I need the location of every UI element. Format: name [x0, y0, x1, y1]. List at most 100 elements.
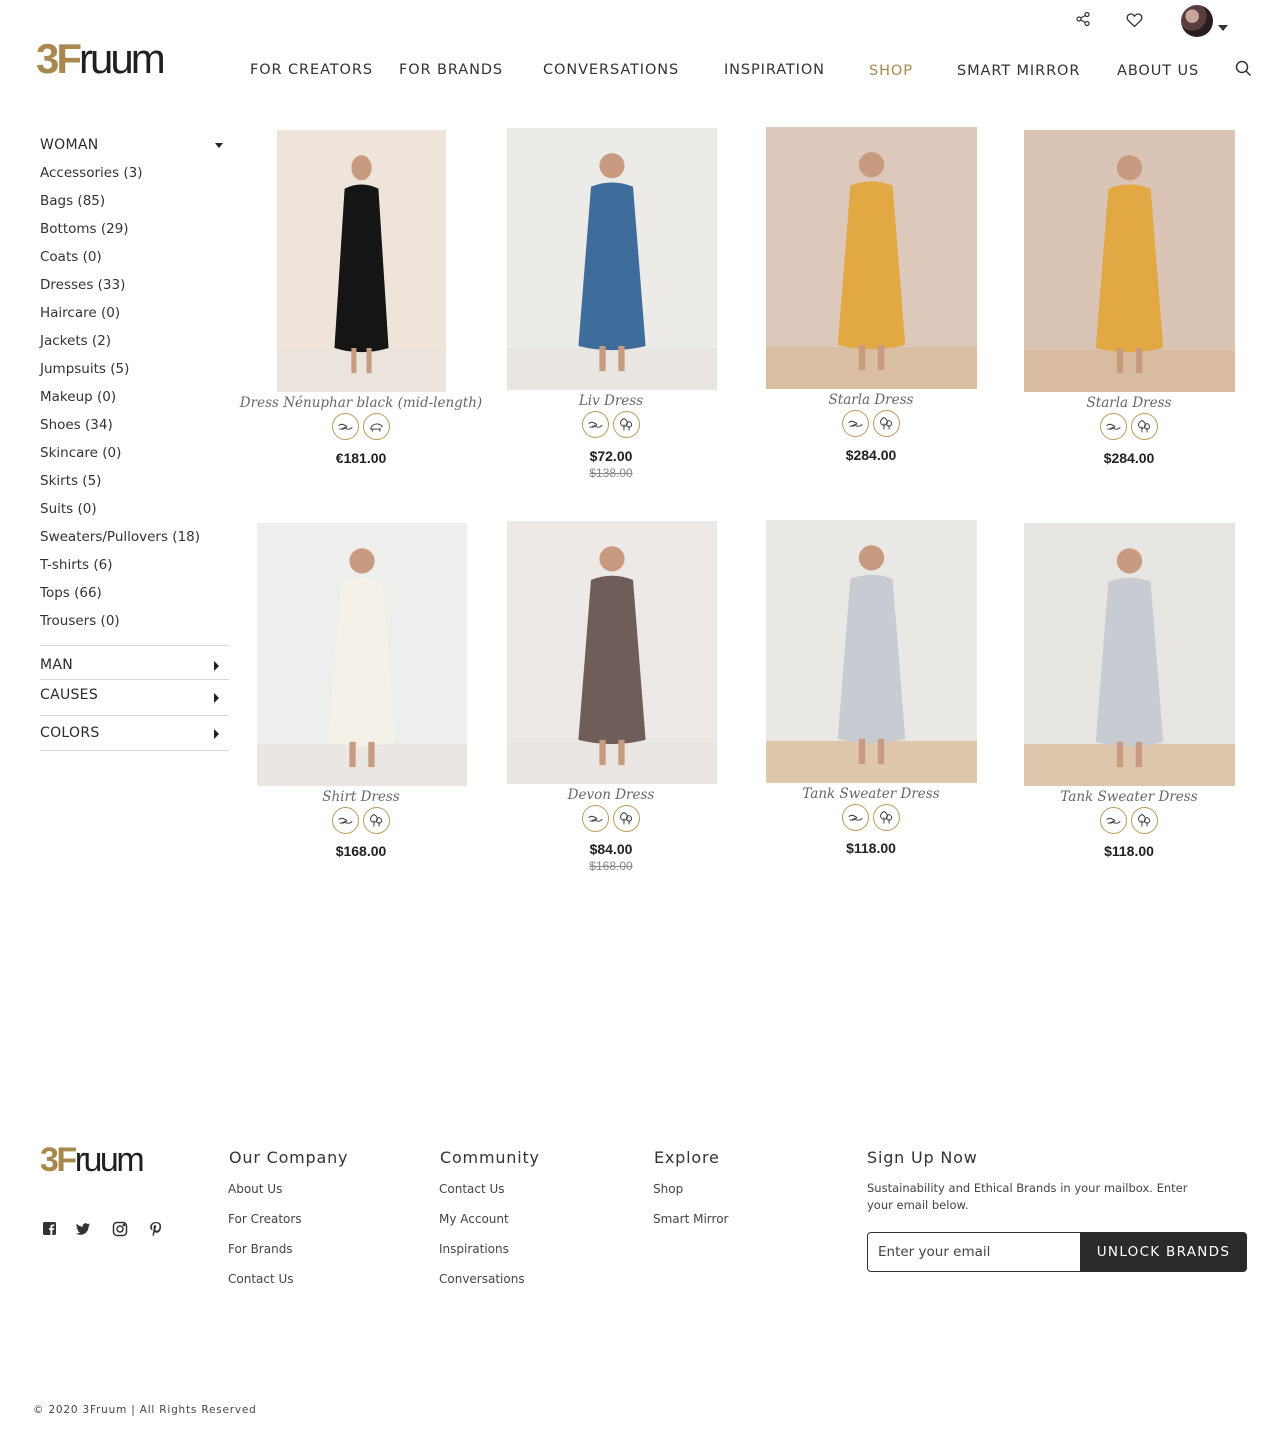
footer-link[interactable]: Contact Us — [228, 1272, 294, 1286]
footer-link[interactable]: For Creators — [228, 1212, 302, 1226]
product-price: $118.00 — [1104, 843, 1154, 859]
product-badges — [582, 411, 640, 438]
fair-trade-icon — [1100, 413, 1127, 440]
subcategory-item[interactable]: Trousers (0) — [40, 613, 120, 629]
subcategory-item[interactable]: Makeup (0) — [40, 389, 116, 405]
unlock-brands-button[interactable]: UNLOCK BRANDS — [1080, 1232, 1247, 1272]
product-name[interactable]: Dress Nénuphar black (mid-length) — [231, 395, 491, 411]
product-badges — [1100, 413, 1158, 440]
footer-link[interactable]: Shop — [653, 1182, 683, 1196]
product-badges — [842, 804, 900, 831]
search-icon[interactable] — [1235, 60, 1252, 77]
logo-prefix: 3F — [40, 1141, 77, 1179]
product-name[interactable]: Devon Dress — [481, 787, 741, 803]
product-badges — [582, 805, 640, 832]
signup-description: Sustainability and Ethical Brands in you… — [867, 1181, 1188, 1212]
category-woman-label: WOMAN — [40, 137, 99, 153]
facebook-icon[interactable] — [42, 1221, 58, 1237]
subcategory-item[interactable]: Accessories (3) — [40, 165, 143, 181]
footer-link[interactable]: Smart Mirror — [653, 1212, 728, 1226]
chevron-right-icon[interactable] — [214, 661, 219, 671]
nav-for-creators[interactable]: FOR CREATORS — [250, 62, 373, 78]
footer-logo[interactable]: 3Fruum — [40, 1141, 145, 1179]
category-causes[interactable]: CAUSES — [40, 679, 229, 715]
subcategory-item[interactable]: Coats (0) — [40, 249, 102, 265]
product-image[interactable] — [766, 520, 977, 783]
nav-conversations[interactable]: CONVERSATIONS — [543, 62, 679, 78]
category-colors-label: COLORS — [40, 725, 100, 741]
subcategory-item[interactable]: Bottoms (29) — [40, 221, 129, 237]
footer-column-title: Community — [440, 1148, 540, 1167]
product-name[interactable]: Starla Dress — [741, 392, 1001, 408]
subcategory-item[interactable]: Jackets (2) — [40, 333, 111, 349]
footer-link[interactable]: About Us — [228, 1182, 282, 1196]
product-image[interactable] — [277, 130, 446, 392]
footer-column-title: Explore — [654, 1148, 720, 1167]
product-old-price: $168.00 — [589, 859, 633, 873]
footer-link[interactable]: Conversations — [439, 1272, 525, 1286]
category-man[interactable]: MAN — [40, 645, 229, 679]
chevron-right-icon[interactable] — [214, 729, 219, 739]
product-price: $118.00 — [846, 840, 896, 856]
product-badges — [1100, 807, 1158, 834]
nav-smart-mirror[interactable]: SMART MIRROR — [957, 63, 1080, 79]
product-image[interactable] — [1024, 523, 1235, 786]
footer-link[interactable]: For Brands — [228, 1242, 293, 1256]
category-colors[interactable]: COLORS — [40, 715, 229, 751]
footer-link[interactable]: Contact Us — [439, 1182, 505, 1196]
product-name[interactable]: Tank Sweater Dress — [741, 786, 1001, 802]
eco-icon — [873, 410, 900, 437]
chevron-right-icon[interactable] — [214, 693, 219, 703]
subcategory-item[interactable]: Suits (0) — [40, 501, 97, 517]
footer-column-title: Our Company — [229, 1148, 349, 1167]
fair-trade-icon — [842, 804, 869, 831]
footer-link[interactable]: My Account — [439, 1212, 509, 1226]
subcategory-item[interactable]: Tops (66) — [40, 585, 102, 601]
fair-trade-icon — [582, 805, 609, 832]
subcategory-item[interactable]: Jumpsuits (5) — [40, 361, 129, 377]
chevron-down-icon[interactable] — [1218, 25, 1228, 31]
heart-icon[interactable] — [1126, 12, 1143, 28]
product-image[interactable] — [507, 128, 717, 390]
fair-trade-icon — [332, 807, 359, 834]
avatar[interactable] — [1181, 5, 1213, 37]
nav-for-brands[interactable]: FOR BRANDS — [399, 62, 503, 78]
subcategory-item[interactable]: Skirts (5) — [40, 473, 101, 489]
vegan-icon — [363, 413, 390, 440]
fair-trade-icon — [842, 410, 869, 437]
fair-trade-icon — [332, 413, 359, 440]
subcategory-item[interactable]: Dresses (33) — [40, 277, 125, 293]
product-name[interactable]: Starla Dress — [999, 395, 1259, 411]
logo[interactable]: 3Fruum — [36, 35, 166, 82]
email-field[interactable] — [867, 1232, 1081, 1272]
nav-inspiration[interactable]: INSPIRATION — [724, 62, 825, 78]
nav-about-us[interactable]: ABOUT US — [1117, 63, 1199, 79]
product-name[interactable]: Shirt Dress — [231, 789, 491, 805]
product-image[interactable] — [1024, 130, 1235, 392]
subcategory-item[interactable]: Shoes (34) — [40, 417, 113, 433]
subcategory-item[interactable]: Sweaters/Pullovers (18) — [40, 529, 200, 545]
share-icon[interactable] — [1075, 11, 1091, 27]
subcategory-item[interactable]: Haircare (0) — [40, 305, 120, 321]
twitter-icon[interactable] — [75, 1221, 91, 1237]
subcategory-item[interactable]: Bags (85) — [40, 193, 105, 209]
chevron-down-icon[interactable] — [215, 143, 223, 148]
category-woman[interactable]: WOMAN — [40, 135, 229, 155]
instagram-icon[interactable] — [112, 1221, 128, 1237]
product-image[interactable] — [766, 127, 977, 389]
nav-shop[interactable]: SHOP — [869, 63, 913, 79]
pinterest-icon[interactable] — [148, 1221, 164, 1237]
logo-prefix: 3F — [36, 35, 82, 82]
copyright-text: © 2020 3Fruum | All Rights Reserved — [33, 1404, 257, 1416]
eco-icon — [873, 804, 900, 831]
footer-link[interactable]: Inspirations — [439, 1242, 509, 1256]
product-name[interactable]: Tank Sweater Dress — [999, 789, 1259, 805]
subcategory-item[interactable]: T-shirts (6) — [40, 557, 113, 573]
product-price: $284.00 — [845, 447, 897, 463]
subcategory-item[interactable]: Skincare (0) — [40, 445, 121, 461]
product-name[interactable]: Liv Dress — [481, 393, 741, 409]
eco-icon — [1131, 807, 1158, 834]
product-image[interactable] — [257, 523, 467, 786]
product-image[interactable] — [507, 521, 717, 784]
fair-trade-icon — [582, 411, 609, 438]
